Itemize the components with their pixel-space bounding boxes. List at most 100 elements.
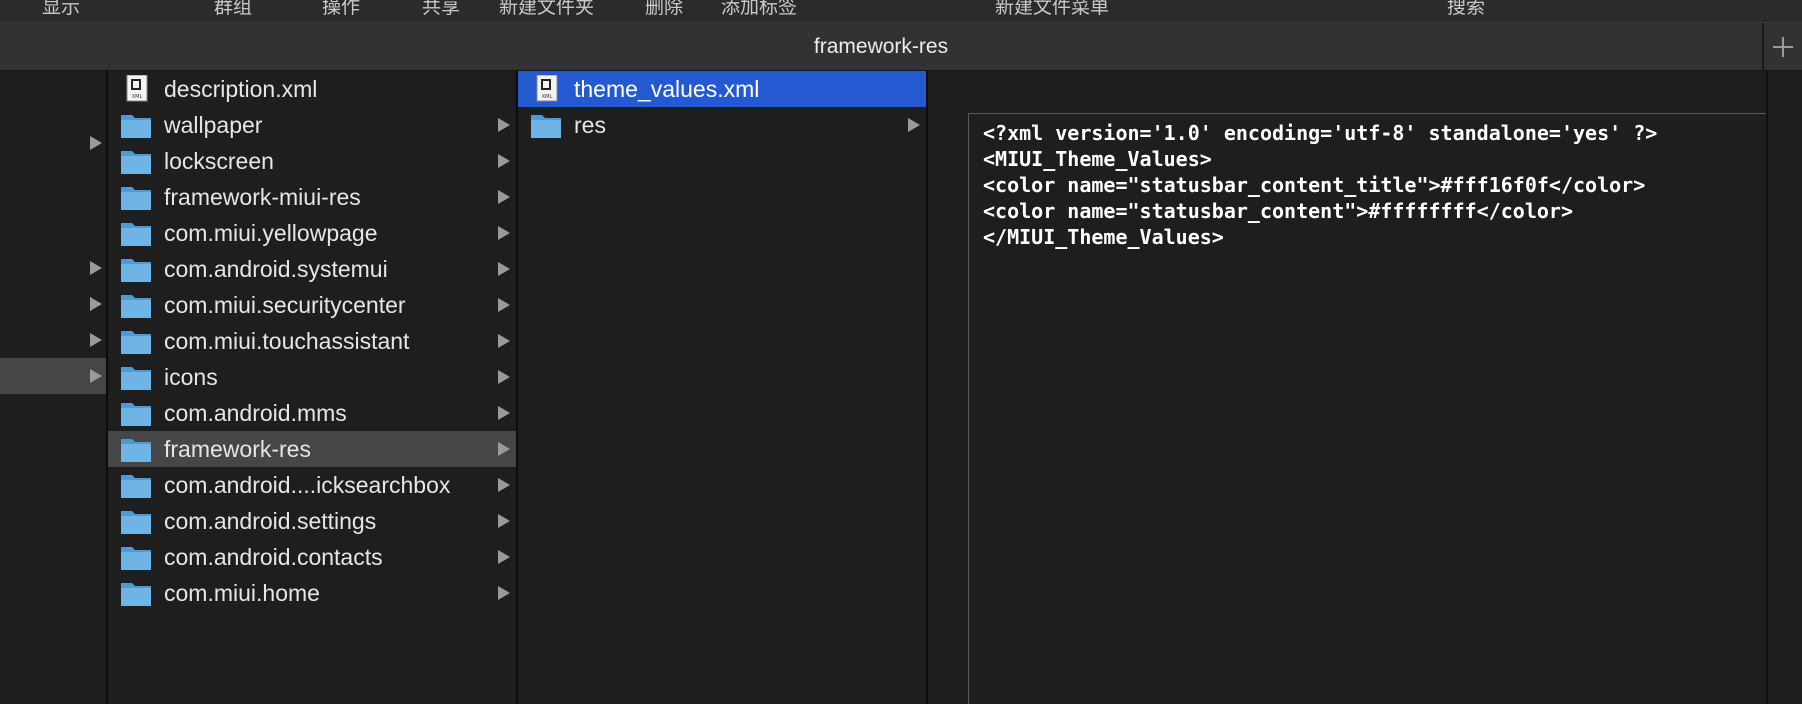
parent-row[interactable] [0, 250, 106, 286]
toolbar-share-label[interactable]: 共享 [422, 0, 460, 19]
list-item-label: com.android.contacts [164, 544, 383, 570]
svg-text:XML: XML [132, 94, 143, 100]
disclosure-arrow-icon [498, 154, 510, 168]
list-item-com-miui-home[interactable]: com.miui.home [108, 575, 516, 611]
folder-icon [121, 151, 151, 174]
toolbar-add-tag-label[interactable]: 添加标签 [721, 0, 797, 19]
folder-icon [121, 511, 151, 534]
list-item-framework-res-selected[interactable]: framework-res [108, 431, 516, 467]
disclosure-arrow-icon [498, 478, 510, 492]
list-item-label: com.android....icksearchbox [164, 472, 451, 498]
xml-file-icon: XML [536, 75, 558, 102]
folder-icon [121, 403, 151, 426]
folder-icon [121, 439, 151, 462]
svg-text:XML: XML [542, 94, 553, 100]
folder-icon [531, 115, 561, 138]
file-preview-text: <?xml version='1.0' encoding='utf-8' sta… [983, 121, 1658, 249]
disclosure-arrow-icon [90, 261, 102, 275]
list-item-com-miui-yellowpage[interactable]: com.miui.yellowpage [108, 215, 516, 251]
disclosure-arrow-icon [90, 297, 102, 311]
disclosure-arrow-icon [498, 226, 510, 240]
column-framework-res[interactable]: XML theme_values.xml res [518, 71, 926, 704]
folder-icon [121, 331, 151, 354]
preview-edge [1766, 71, 1768, 704]
list-item-label: theme_values.xml [574, 76, 760, 102]
toolbar-new-folder-label[interactable]: 新建文件夹 [499, 0, 594, 19]
disclosure-arrow-icon [498, 118, 510, 132]
list-item-res[interactable]: res [518, 107, 926, 143]
folder-icon [121, 115, 151, 138]
toolbar-action-label[interactable]: 操作 [322, 0, 360, 19]
folder-icon [121, 259, 151, 282]
list-item-com-android-settings[interactable]: com.android.settings [108, 503, 516, 539]
tab-bar: framework-res [0, 23, 1802, 71]
tab-title[interactable]: framework-res [0, 23, 1762, 70]
preview-column: <?xml version='1.0' encoding='utf-8' sta… [928, 71, 1802, 704]
list-item-lockscreen[interactable]: lockscreen [108, 143, 516, 179]
disclosure-arrow-icon [908, 118, 920, 132]
toolbar-view-label[interactable]: 显示 [42, 0, 80, 19]
toolbar-delete-label[interactable]: 删除 [645, 0, 683, 19]
list-item-label: com.miui.yellowpage [164, 220, 378, 246]
folder-icon [121, 583, 151, 606]
list-item-label: com.android.settings [164, 508, 377, 534]
list-item-label: lockscreen [164, 148, 274, 174]
list-item-label: com.android.mms [164, 400, 347, 426]
list-item-label: framework-res [164, 436, 311, 462]
column-parent[interactable] [0, 71, 106, 704]
list-item-label: com.miui.touchassistant [164, 328, 410, 354]
list-item-label: com.miui.home [164, 580, 320, 606]
folder-icon [121, 223, 151, 246]
folder-icon [121, 547, 151, 570]
parent-row[interactable] [0, 125, 106, 161]
list-item-label: icons [164, 364, 218, 390]
parent-row-selected[interactable] [0, 358, 106, 394]
disclosure-arrow-icon [498, 406, 510, 420]
xml-file-icon: XML [126, 75, 148, 102]
folder-icon [121, 367, 151, 390]
list-item-com-android-systemui[interactable]: com.android.systemui [108, 251, 516, 287]
folder-icon [121, 475, 151, 498]
list-item-framework-miui-res[interactable]: framework-miui-res [108, 179, 516, 215]
column-browser: XML description.xml wallpaper lockscreen… [0, 71, 1802, 704]
list-item-com-miui-touchassistant[interactable]: com.miui.touchassistant [108, 323, 516, 359]
list-item-label: res [574, 112, 606, 138]
list-item-label: com.miui.securitycenter [164, 292, 406, 318]
disclosure-arrow-icon [498, 550, 510, 564]
toolbar-search-label[interactable]: 搜索 [1447, 0, 1485, 19]
parent-row[interactable] [0, 286, 106, 322]
list-item-description-xml[interactable]: XML description.xml [108, 71, 516, 107]
disclosure-arrow-icon [498, 514, 510, 528]
toolbar-new-file-menu-label[interactable]: 新建文件菜单 [995, 0, 1109, 19]
disclosure-arrow-icon [90, 333, 102, 347]
toolbar-group-label[interactable]: 群组 [214, 0, 252, 19]
list-item-com-android-contacts[interactable]: com.android.contacts [108, 539, 516, 575]
toolbar: 显示 群组 操作 共享 新建文件夹 删除 添加标签 新建文件菜单 搜索 [0, 0, 1802, 23]
disclosure-arrow-icon [498, 586, 510, 600]
disclosure-arrow-icon [498, 298, 510, 312]
new-tab-button[interactable] [1764, 23, 1802, 70]
list-item-com-miui-securitycenter[interactable]: com.miui.securitycenter [108, 287, 516, 323]
list-item-label: framework-miui-res [164, 184, 361, 210]
disclosure-arrow-icon [498, 334, 510, 348]
list-item-label: com.android.systemui [164, 256, 388, 282]
list-item-com-android-mms[interactable]: com.android.mms [108, 395, 516, 431]
column-theme-contents[interactable]: XML description.xml wallpaper lockscreen… [108, 71, 516, 704]
disclosure-arrow-icon [498, 442, 510, 456]
parent-row[interactable] [0, 322, 106, 358]
file-preview[interactable]: <?xml version='1.0' encoding='utf-8' sta… [968, 113, 1768, 704]
list-item-wallpaper[interactable]: wallpaper [108, 107, 516, 143]
plus-icon [1773, 36, 1793, 57]
disclosure-arrow-icon [498, 370, 510, 384]
folder-icon [121, 295, 151, 318]
list-item-label: description.xml [164, 76, 318, 102]
folder-icon [121, 187, 151, 210]
list-item-icons[interactable]: icons [108, 359, 516, 395]
list-item-theme-values-xml-selected[interactable]: XML theme_values.xml [518, 71, 926, 107]
disclosure-arrow-icon [498, 262, 510, 276]
disclosure-arrow-icon [498, 190, 510, 204]
disclosure-arrow-icon [90, 136, 102, 150]
list-item-label: wallpaper [164, 112, 263, 138]
finder-window: 显示 群组 操作 共享 新建文件夹 删除 添加标签 新建文件菜单 搜索 fram… [0, 0, 1802, 704]
list-item-com-android-quicksearchbox[interactable]: com.android....icksearchbox [108, 467, 516, 503]
